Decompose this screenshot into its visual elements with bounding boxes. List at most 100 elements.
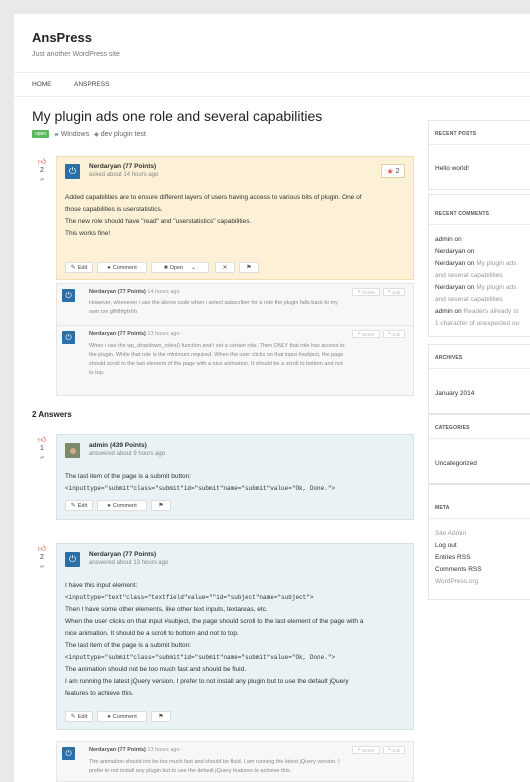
square-icon: ■: [163, 264, 168, 271]
answer-body: The last item of the page is a submit bu…: [65, 473, 336, 492]
comment-bubble-icon[interactable]: ▰: [34, 176, 50, 184]
pencil-icon: ✎: [70, 265, 76, 271]
nav-item-anspress[interactable]: ANSPRESS: [74, 81, 109, 88]
recent-comment-item[interactable]: Nerdaryan on My plugin ads: [435, 260, 516, 267]
avatar[interactable]: ⏻: [62, 747, 75, 760]
recent-comment-item[interactable]: and several capabilities: [435, 272, 503, 279]
flag-button[interactable]: ⚑: [151, 500, 171, 511]
recent-comment-item[interactable]: admin on: [435, 236, 462, 243]
question-time: asked about 14 hours ago: [89, 172, 159, 178]
category-link[interactable]: Uncategorized: [435, 460, 477, 467]
body-line: those capabilities is userstatistics.: [65, 206, 163, 213]
thumbs-up-icon[interactable]: 👍︎: [34, 157, 50, 166]
comment-delete-button[interactable]: ✕ Delete: [352, 330, 380, 338]
answer-vote: 👍︎ 2 ▰: [34, 544, 50, 571]
widget-recent-posts: RECENT POSTS Hello world!: [428, 120, 530, 190]
meta-link-site-admin[interactable]: Site Admin: [435, 530, 466, 537]
widget-title: RECENT POSTS: [435, 131, 477, 137]
recent-post-link[interactable]: Hello world!: [435, 165, 469, 172]
divider: [429, 438, 530, 439]
widget-title: CATEGORIES: [435, 425, 470, 431]
comment-delete-button[interactable]: ✕ Delete: [352, 288, 380, 296]
widget-title: ARCHIVES: [435, 355, 463, 361]
answer-card: admin (439 Points) answered about 9 hour…: [56, 434, 414, 520]
comment-author[interactable]: Nerdaryan (77 Points) 14 hours ago: [89, 289, 180, 295]
recent-comment-item[interactable]: admin on Readers already st: [435, 308, 518, 315]
vote-count: 2: [40, 167, 44, 174]
avatar[interactable]: ⏻: [62, 289, 75, 302]
recent-comment-item[interactable]: and several capabilities: [435, 296, 503, 303]
pencil-icon: ✎: [70, 503, 76, 509]
site-title[interactable]: AnsPress: [32, 30, 92, 45]
close-icon: ✕: [222, 265, 228, 271]
comment-bubble-icon: ●: [107, 713, 111, 720]
comment-body: The animation should not be too much fas…: [89, 759, 340, 774]
comment-edit-button[interactable]: ✎ Edit: [383, 288, 405, 296]
answer-author[interactable]: admin (439 Points): [89, 442, 147, 449]
meta-link-comments-rss[interactable]: Comments RSS: [435, 566, 482, 573]
comment-author[interactable]: Nerdaryan (77 Points) 13 hours ago: [89, 331, 180, 337]
answer-body: I have this input element: <inputtype="t…: [65, 582, 364, 697]
tag-icon: ◆: [94, 131, 99, 138]
archive-link[interactable]: January 2014: [435, 390, 474, 397]
meta-link-entries-rss[interactable]: Entries RSS: [435, 554, 470, 561]
category-link[interactable]: ▰ Windows: [54, 131, 89, 138]
body-line: This works fine!: [65, 230, 111, 237]
edit-button[interactable]: ✎ Edit: [65, 262, 93, 273]
widget-title: RECENT COMMENTS: [435, 211, 490, 217]
comment-time: 14 hours ago: [147, 289, 180, 295]
comment-button[interactable]: ● Comment: [97, 262, 147, 273]
flag-button[interactable]: ⚑: [239, 262, 259, 273]
recent-comment-item[interactable]: 1 character of unexpected ou: [435, 320, 519, 327]
nav-item-home[interactable]: HOME: [32, 81, 52, 88]
pencil-icon: ✎: [70, 714, 76, 720]
comment-bubble-icon[interactable]: ▰: [34, 454, 50, 462]
recent-comment-item[interactable]: Nerdaryan on: [435, 248, 474, 255]
question-author[interactable]: Nerdaryan (77 Points): [89, 163, 156, 170]
tag-link[interactable]: ◆ dev plugin test: [94, 131, 146, 138]
comment-delete-button[interactable]: ✕ Delete: [352, 746, 380, 754]
comment-bubble-icon[interactable]: ▰: [34, 563, 50, 571]
edit-button[interactable]: ✎ Edit: [65, 711, 93, 722]
avatar[interactable]: ⏻: [65, 552, 80, 567]
status-select[interactable]: ■ Open ⌄: [151, 262, 209, 273]
thumbs-up-icon[interactable]: 👍︎: [34, 435, 50, 444]
comment-bubble-icon: ●: [107, 502, 111, 509]
flag-button[interactable]: ⚑: [151, 711, 171, 722]
comment-card: ⏻ Nerdaryan (77 Points) 13 hours ago ✕ D…: [56, 741, 414, 782]
comment-button[interactable]: ● Comment: [97, 500, 147, 511]
meta-link-wordpress[interactable]: WordPress.org: [435, 578, 478, 585]
question-vote: 👍︎ 2 ▰: [34, 157, 50, 184]
meta-link-logout[interactable]: Log out: [435, 542, 457, 549]
comment-body: However, whenever i use the above code w…: [89, 300, 338, 315]
main-nav: HOME ANSPRESS: [14, 72, 530, 97]
widget-recent-comments: RECENT COMMENTS admin on Nerdaryan on Ne…: [428, 194, 530, 337]
answer-vote: 👍︎ 1 ▰: [34, 435, 50, 462]
answer-time: answered about 13 hours ago: [89, 560, 169, 566]
flag-icon: ⚑: [158, 503, 164, 509]
favorite-button[interactable]: ★ 2: [381, 164, 405, 178]
comment-edit-button[interactable]: ✎ Edit: [383, 746, 405, 754]
question-card: ⏻ Nerdaryan (77 Points) asked about 14 h…: [56, 156, 414, 280]
edit-button[interactable]: ✎ Edit: [65, 500, 93, 511]
star-icon: ★: [386, 166, 394, 176]
answer-author[interactable]: Nerdaryan (77 Points): [89, 551, 156, 558]
widget-archives: ARCHIVES January 2014: [428, 344, 530, 414]
answer-time: answered about 9 hours ago: [89, 451, 166, 457]
comment-button[interactable]: ● Comment: [97, 711, 147, 722]
body-line: The new role should have "read" and "use…: [65, 218, 252, 225]
comment-body: When i use the wp_dropdown_roles() funct…: [89, 343, 345, 376]
comment-time: 13 hours ago: [147, 747, 180, 753]
comment-author[interactable]: Nerdaryan (77 Points) 13 hours ago: [89, 747, 180, 753]
divider: [429, 368, 530, 369]
divider: [429, 224, 530, 225]
avatar[interactable]: [65, 443, 80, 458]
close-button[interactable]: ✕: [215, 262, 235, 273]
site-tagline: Just another WordPress site: [32, 51, 120, 58]
comment-edit-button[interactable]: ✎ Edit: [383, 330, 405, 338]
thumbs-up-icon[interactable]: 👍︎: [34, 544, 50, 553]
avatar[interactable]: ⏻: [65, 164, 80, 179]
recent-comment-item[interactable]: Nerdaryan on My plugin ads: [435, 284, 516, 291]
avatar[interactable]: ⏻: [62, 331, 75, 344]
vote-count: 2: [40, 554, 44, 561]
